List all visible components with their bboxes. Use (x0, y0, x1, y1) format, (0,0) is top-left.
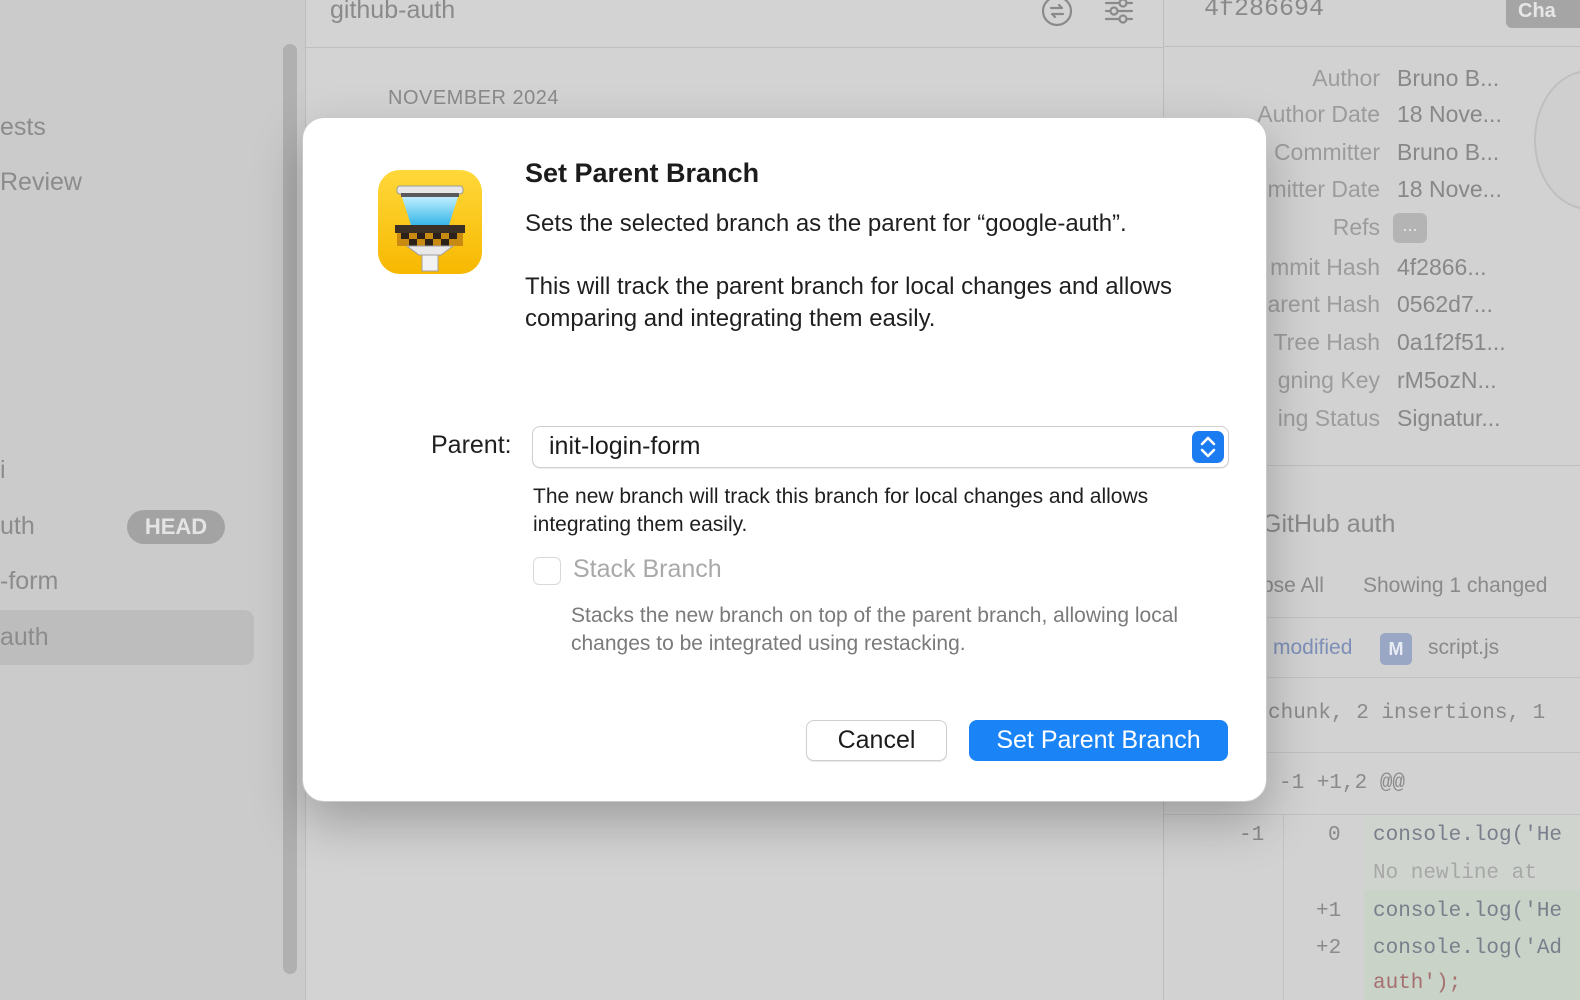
sidebar: ests Review i uth HEAD -form auth (0, 0, 306, 1000)
parent-branch-popup[interactable]: init-login-form (532, 426, 1229, 468)
sidebar-item-init-login-form[interactable]: -form (0, 567, 58, 596)
meta-label: gning Key (1277, 367, 1380, 393)
sync-icon[interactable] (1040, 0, 1074, 28)
meta-value: 18 Nove... (1397, 101, 1502, 127)
chunk-summary: chunk, 2 insertions, 1 (1268, 702, 1546, 725)
meta-value: Signatur... (1397, 405, 1501, 431)
refs-chip[interactable]: ... (1393, 213, 1427, 243)
changed-files-summary: Showing 1 changed (1363, 574, 1548, 597)
gutter-divider (1283, 815, 1284, 1000)
sidebar-item-branch[interactable]: i (0, 456, 6, 485)
diff-line: auth'); (1373, 972, 1462, 995)
meta-label: Refs (1332, 214, 1380, 240)
hunk-header: -1 +1,2 @@ (1279, 772, 1406, 795)
meta-label: Tree Hash (1273, 329, 1380, 355)
popup-chevron-icon (1192, 431, 1224, 463)
stack-branch-help-text: Stacks the new branch on top of the pare… (571, 604, 1179, 655)
modified-badge: M (1380, 633, 1412, 665)
head-badge: HEAD (127, 510, 225, 544)
branch-title: github-auth (330, 0, 456, 24)
meta-label: mitter Date (1267, 176, 1380, 202)
cancel-button[interactable]: Cancel (806, 720, 947, 761)
sidebar-item-github-auth[interactable]: uth (0, 512, 35, 541)
diff-new-line: +2 (1316, 937, 1342, 960)
tower-app-icon (378, 170, 482, 274)
diff-note: No newline at (1373, 862, 1537, 885)
parent-branch-value: init-login-form (549, 432, 701, 460)
modified-status: modified (1273, 636, 1353, 659)
dialog-title: Set Parent Branch (525, 158, 760, 188)
diff-new-line: 0 (1328, 824, 1341, 847)
filter-settings-icon[interactable] (1102, 0, 1136, 28)
dialog-description: Sets the selected branch as the parent f… (525, 210, 1127, 237)
dialog-description-detail: This will track the parent branch for lo… (525, 273, 1172, 332)
sidebar-scrollbar[interactable] (283, 44, 297, 974)
diff-line: console.log('He (1373, 900, 1563, 923)
sidebar-item-review[interactable]: Review (0, 168, 82, 197)
meta-value: rM5ozN... (1397, 367, 1497, 393)
changes-chip[interactable]: Cha (1506, 0, 1580, 28)
commit-subject: GitHub auth (1262, 510, 1396, 538)
collapse-all-button[interactable]: pse All (1262, 574, 1324, 598)
commit-hash-title: 4f286694 (1204, 0, 1325, 23)
meta-label: arent Hash (1267, 291, 1380, 317)
stack-branch-checkbox[interactable] (533, 557, 561, 585)
parent-label: Parent: (431, 431, 512, 459)
commit-list-header: github-auth (306, 0, 1164, 48)
diff-new-line: +1 (1316, 900, 1342, 923)
meta-label: mmit Hash (1270, 254, 1380, 280)
set-parent-branch-dialog: Set Parent Branch Sets the selected bran… (302, 117, 1267, 802)
stack-branch-label[interactable]: Stack Branch (573, 555, 722, 584)
meta-value: 0a1f2f51... (1397, 329, 1506, 355)
meta-label: Author Date (1257, 101, 1380, 127)
author-avatar (1534, 70, 1580, 210)
file-name[interactable]: script.js (1428, 636, 1499, 660)
header-divider (1164, 46, 1580, 47)
parent-help-text: The new branch will track this branch fo… (533, 485, 1149, 536)
diff-line: console.log('Ad (1373, 937, 1563, 960)
sidebar-item-google-auth[interactable]: auth (0, 623, 49, 652)
diff-line: console.log('He (1373, 824, 1563, 847)
meta-value: Bruno B... (1397, 65, 1500, 91)
meta-value: 18 Nove... (1397, 176, 1502, 202)
set-parent-branch-button[interactable]: Set Parent Branch (969, 720, 1228, 761)
diff-old-line: -1 (1239, 824, 1265, 847)
meta-label: Committer (1273, 139, 1380, 165)
meta-value: Bruno B... (1397, 139, 1500, 165)
month-header: NOVEMBER 2024 (388, 87, 560, 109)
meta-label: ing Status (1277, 405, 1380, 431)
meta-label: Author (1312, 65, 1380, 91)
sidebar-item-requests[interactable]: ests (0, 113, 46, 142)
meta-value: 0562d7... (1397, 291, 1493, 317)
meta-value: 4f2866... (1397, 254, 1487, 280)
